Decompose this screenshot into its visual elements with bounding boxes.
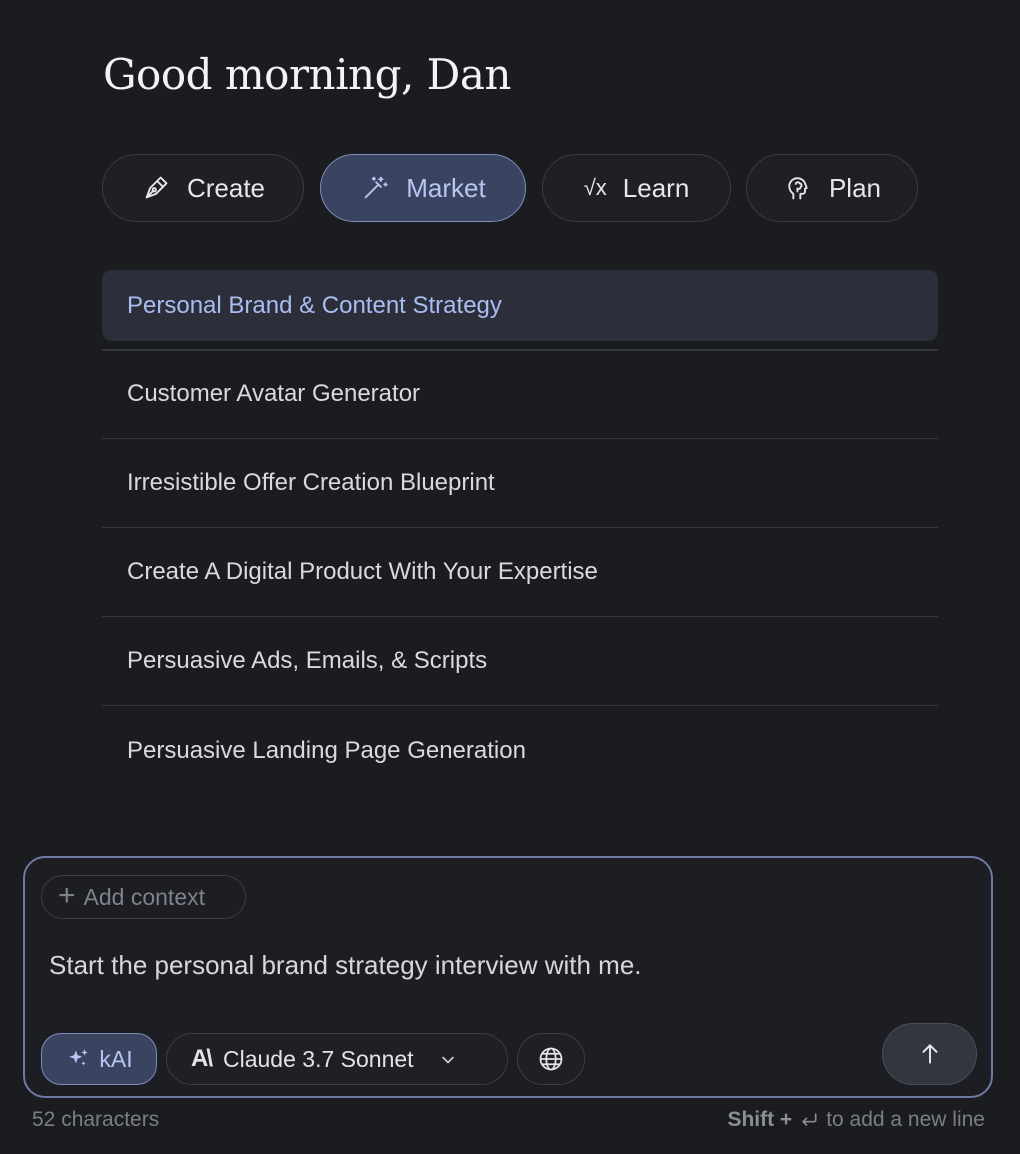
pen-nib-icon xyxy=(141,173,171,203)
model-name: Claude 3.7 Sonnet xyxy=(223,1045,414,1072)
square-root-glyph: √x xyxy=(583,175,607,200)
tab-learn[interactable]: √x Learn xyxy=(542,154,731,222)
shift-key-label: Shift + xyxy=(727,1108,793,1131)
prompt-input[interactable] xyxy=(49,950,949,981)
list-item-landing-page[interactable]: Persuasive Landing Page Generation xyxy=(102,706,938,795)
add-context-button[interactable]: + Add context xyxy=(41,875,246,919)
tab-plan[interactable]: Plan xyxy=(746,154,918,222)
chat-composer: + Add context kAI A\ Claude 3.7 Sonnet xyxy=(23,856,993,1098)
head-brain-icon xyxy=(783,173,813,203)
list-item-personal-brand[interactable]: Personal Brand & Content Strategy xyxy=(102,270,938,341)
app-page: Good morning, Dan Create Market √x Learn… xyxy=(0,0,1020,1154)
tab-plan-label: Plan xyxy=(828,172,882,203)
list-item-digital-product[interactable]: Create A Digital Product With Your Exper… xyxy=(102,528,938,617)
tab-create[interactable]: Create xyxy=(102,154,304,222)
tab-create-label: Create xyxy=(186,172,266,203)
web-search-toggle[interactable] xyxy=(517,1033,585,1085)
character-count: 52 characters xyxy=(32,1108,160,1131)
square-root-icon: √x xyxy=(584,173,607,203)
model-selector[interactable]: A\ Claude 3.7 Sonnet xyxy=(166,1033,508,1085)
chevron-down-icon xyxy=(438,1049,458,1069)
tab-market-label: Market xyxy=(406,172,486,203)
return-key-icon xyxy=(798,1110,820,1130)
hint-text: to add a new line xyxy=(826,1108,985,1131)
add-context-label: Add context xyxy=(83,883,205,910)
globe-icon xyxy=(537,1045,565,1073)
tab-market[interactable]: Market xyxy=(320,154,526,222)
list-item-persuasive-ads[interactable]: Persuasive Ads, Emails, & Scripts xyxy=(102,617,938,706)
sparkles-icon xyxy=(65,1046,91,1072)
list-item-customer-avatar[interactable]: Customer Avatar Generator xyxy=(102,350,938,439)
plus-icon: + xyxy=(58,878,76,912)
kai-label: kAI xyxy=(99,1045,133,1072)
greeting-heading: Good morning, Dan xyxy=(103,50,511,99)
anthropic-logo-icon: A\ xyxy=(191,1045,213,1072)
newline-hint: Shift + to add a new line xyxy=(727,1108,985,1132)
kai-button[interactable]: kAI xyxy=(41,1033,157,1085)
list-divider xyxy=(102,349,938,351)
arrow-up-icon xyxy=(917,1041,943,1067)
magic-wand-icon xyxy=(360,173,390,203)
tab-learn-label: Learn xyxy=(622,172,690,203)
send-button[interactable] xyxy=(882,1023,977,1085)
list-item-irresistible-offer[interactable]: Irresistible Offer Creation Blueprint xyxy=(102,439,938,528)
